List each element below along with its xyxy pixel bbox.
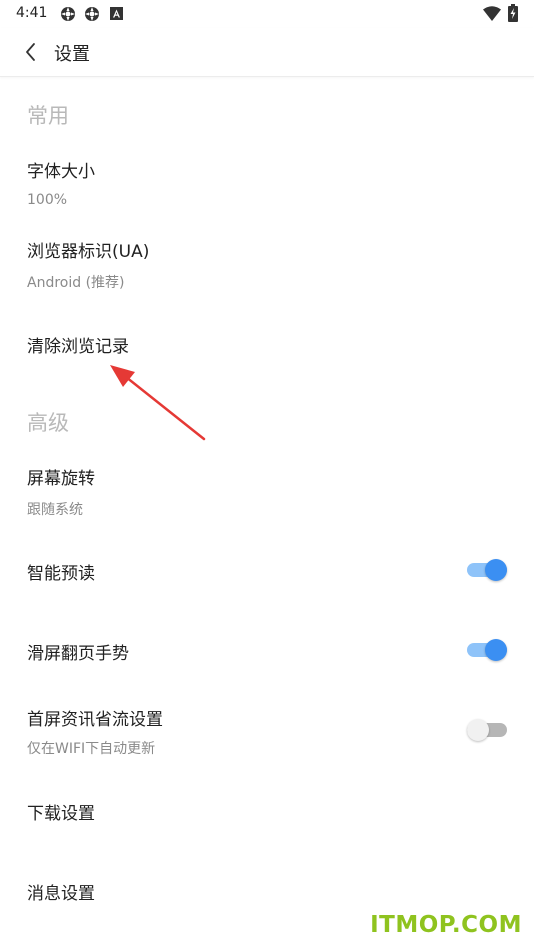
- setting-value: 跟随系统: [27, 502, 83, 518]
- setting-title: 消息设置: [27, 884, 95, 904]
- setting-clear-history[interactable]: 清除浏览记录: [0, 315, 534, 371]
- setting-value: Android (推荐): [27, 275, 125, 291]
- app-notification-icon: [61, 7, 75, 21]
- setting-subtitle: 仅在WIFI下自动更新: [27, 741, 156, 757]
- setting-font-size[interactable]: 字体大小 100%: [0, 145, 534, 217]
- setting-user-agent[interactable]: 浏览器标识(UA) Android (推荐): [0, 225, 534, 297]
- setting-title: 滑屏翻页手势: [27, 644, 129, 664]
- setting-data-saver[interactable]: 首屏资讯省流设置 仅在WIFI下自动更新: [0, 692, 534, 768]
- setting-screen-rotation[interactable]: 屏幕旋转 跟随系统: [0, 452, 534, 524]
- wifi-icon: [483, 6, 501, 21]
- setting-swipe-gesture[interactable]: 滑屏翻页手势: [0, 620, 534, 680]
- font-notification-icon: [110, 7, 123, 20]
- smart-preread-toggle[interactable]: [467, 559, 507, 581]
- status-time: 4:41: [16, 5, 48, 21]
- section-header-advanced: 高级: [27, 411, 69, 435]
- setting-title: 屏幕旋转: [27, 469, 95, 489]
- chevron-left-icon: [26, 43, 35, 61]
- setting-smart-preread[interactable]: 智能预读: [0, 540, 534, 600]
- data-saver-toggle[interactable]: [467, 719, 507, 741]
- setting-title: 首屏资讯省流设置: [27, 710, 163, 730]
- toggle-thumb: [467, 719, 489, 741]
- status-bar: 4:41: [0, 0, 534, 28]
- toggle-thumb: [485, 639, 507, 661]
- app-bar: 设置: [0, 28, 534, 77]
- annotation-arrow-icon: [110, 365, 206, 441]
- setting-value: 100%: [27, 192, 68, 208]
- setting-title: 智能预读: [27, 564, 95, 584]
- swipe-gesture-toggle[interactable]: [467, 639, 507, 661]
- battery-charging-icon: [508, 4, 518, 22]
- back-button[interactable]: [18, 38, 46, 66]
- toggle-thumb: [485, 559, 507, 581]
- watermark-logo: ITMOP.COM: [370, 912, 522, 938]
- setting-title: 字体大小: [27, 162, 95, 182]
- setting-title: 清除浏览记录: [27, 337, 129, 357]
- app-notification-icon: [85, 7, 99, 21]
- section-header-common: 常用: [27, 104, 69, 128]
- setting-download[interactable]: 下载设置: [0, 780, 534, 840]
- setting-title: 浏览器标识(UA): [27, 242, 150, 262]
- page-title: 设置: [54, 44, 90, 65]
- setting-title: 下载设置: [27, 804, 95, 824]
- setting-notifications[interactable]: 消息设置: [0, 860, 534, 920]
